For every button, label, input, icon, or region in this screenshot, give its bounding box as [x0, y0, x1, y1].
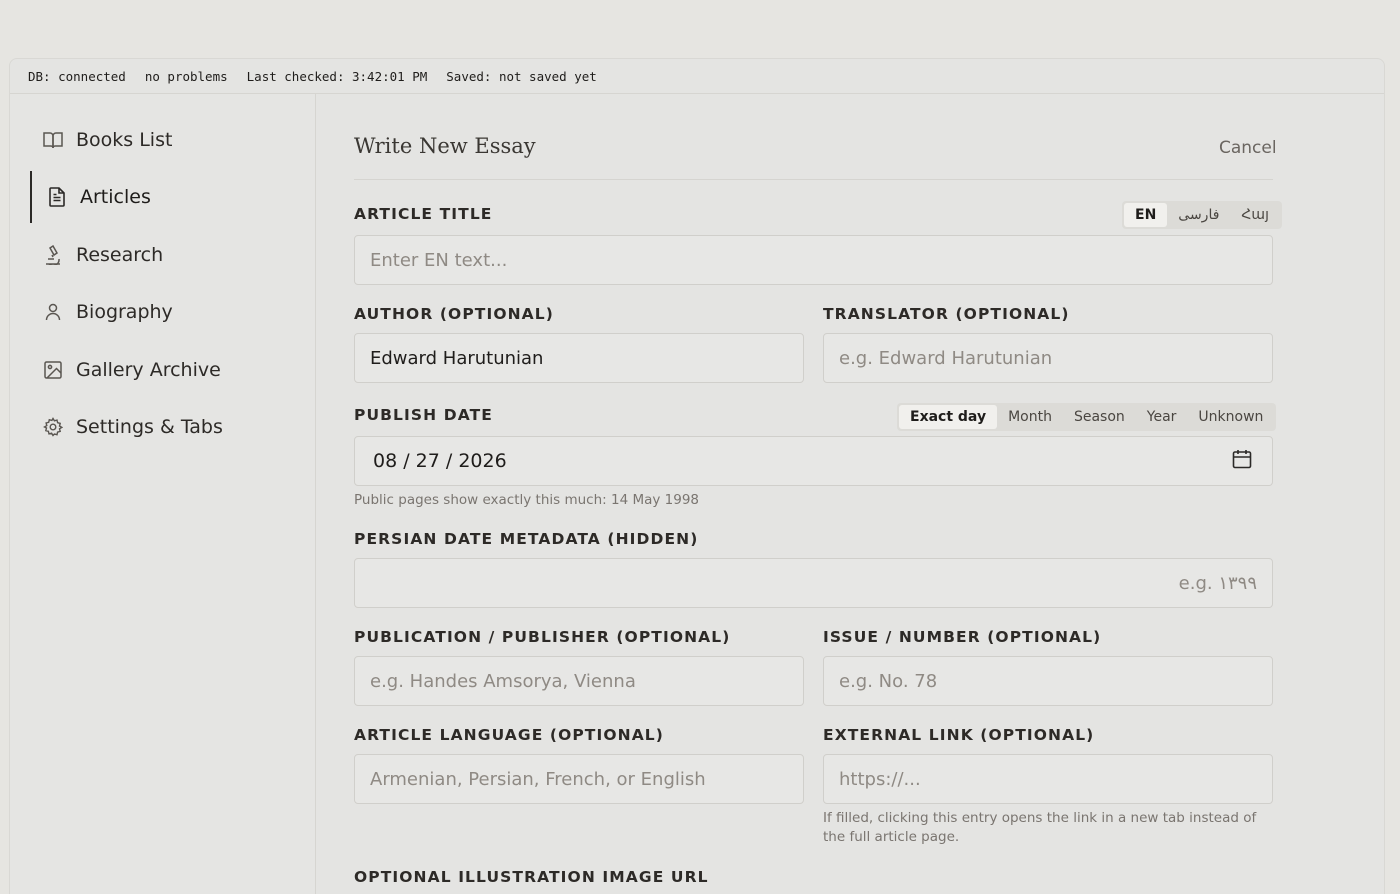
sidebar-item-gallery-archive[interactable]: Gallery Archive	[30, 344, 300, 396]
sidebar-item-articles[interactable]: Articles	[30, 171, 300, 223]
precision-option-exact-day[interactable]: Exact day	[899, 405, 998, 429]
publish-date-input[interactable]: 08 / 27 / 2026	[354, 436, 1273, 486]
sidebar-item-label: Research	[76, 244, 164, 266]
sidebar-item-books-list[interactable]: Books List	[30, 114, 300, 166]
precision-option-month[interactable]: Month	[997, 405, 1063, 429]
document-icon	[46, 186, 68, 208]
translator-label: TRANSLATOR (OPTIONAL)	[823, 305, 1070, 323]
app-window: DB: connected no problems Last checked: …	[9, 58, 1385, 894]
precision-option-year[interactable]: Year	[1136, 405, 1188, 429]
sidebar: Books List Articles Research Biography G…	[10, 94, 316, 894]
page-title: Write New Essay	[354, 134, 536, 158]
image-icon	[42, 359, 64, 381]
publish-date-label: PUBLISH DATE	[354, 406, 493, 424]
external-link-input[interactable]	[823, 754, 1273, 804]
issue-input[interactable]	[823, 656, 1273, 706]
author-label: AUTHOR (OPTIONAL)	[354, 305, 554, 323]
language-option-hy[interactable]: Հայ	[1230, 203, 1279, 227]
author-input[interactable]	[354, 333, 804, 383]
sidebar-item-label: Gallery Archive	[76, 359, 221, 381]
microscope-icon	[42, 244, 64, 266]
external-link-label: EXTERNAL LINK (OPTIONAL)	[823, 726, 1095, 744]
persian-date-input[interactable]	[354, 558, 1273, 608]
publication-input[interactable]	[354, 656, 804, 706]
book-open-icon	[42, 129, 64, 151]
status-bar: DB: connected no problems Last checked: …	[10, 59, 1384, 94]
persian-date-label: PERSIAN DATE METADATA (HIDDEN)	[354, 530, 699, 548]
sidebar-item-settings-tabs[interactable]: Settings & Tabs	[30, 401, 300, 453]
db-status: DB: connected	[28, 68, 126, 84]
article-title-input[interactable]	[354, 235, 1273, 285]
external-link-help: If filled, clicking this entry opens the…	[823, 810, 1257, 845]
precision-option-season[interactable]: Season	[1063, 405, 1136, 429]
sidebar-item-biography[interactable]: Biography	[30, 286, 300, 338]
essay-form: Write New Essay Cancel ARTICLE TITLE EN …	[317, 94, 1384, 894]
article-title-label: ARTICLE TITLE	[354, 205, 493, 223]
publish-date-value: 08 / 27 / 2026	[373, 450, 507, 472]
saved-status: Saved: not saved yet	[446, 68, 597, 84]
article-language-label: ARTICLE LANGUAGE (OPTIONAL)	[354, 726, 664, 744]
publication-label: PUBLICATION / PUBLISHER (OPTIONAL)	[354, 628, 731, 646]
sidebar-item-label: Articles	[80, 186, 151, 208]
translator-input[interactable]	[823, 333, 1273, 383]
date-precision-switcher: Exact day Month Season Year Unknown	[897, 403, 1277, 431]
cancel-button[interactable]: Cancel	[1219, 138, 1277, 158]
problems-status: no problems	[144, 68, 228, 84]
title-language-switcher: EN فارسی Հայ	[1122, 201, 1282, 229]
issue-label: ISSUE / NUMBER (OPTIONAL)	[823, 628, 1102, 646]
precision-option-unknown[interactable]: Unknown	[1187, 405, 1274, 429]
language-option-fa[interactable]: فارسی	[1167, 203, 1230, 227]
person-icon	[42, 301, 64, 323]
illustration-url-label: OPTIONAL ILLUSTRATION IMAGE URL	[354, 868, 709, 886]
language-option-en[interactable]: EN	[1124, 203, 1168, 227]
sidebar-item-label: Books List	[76, 129, 173, 151]
gear-icon	[42, 416, 64, 438]
sidebar-item-label: Settings & Tabs	[76, 416, 223, 438]
article-language-input[interactable]	[354, 754, 804, 804]
last-checked-status: Last checked: 3:42:01 PM	[246, 68, 428, 84]
publish-date-help: Public pages show exactly this much: 14 …	[354, 492, 700, 508]
calendar-icon[interactable]	[1232, 449, 1252, 474]
sidebar-item-label: Biography	[76, 301, 173, 323]
title-divider	[354, 179, 1273, 180]
sidebar-item-research[interactable]: Research	[30, 229, 300, 281]
